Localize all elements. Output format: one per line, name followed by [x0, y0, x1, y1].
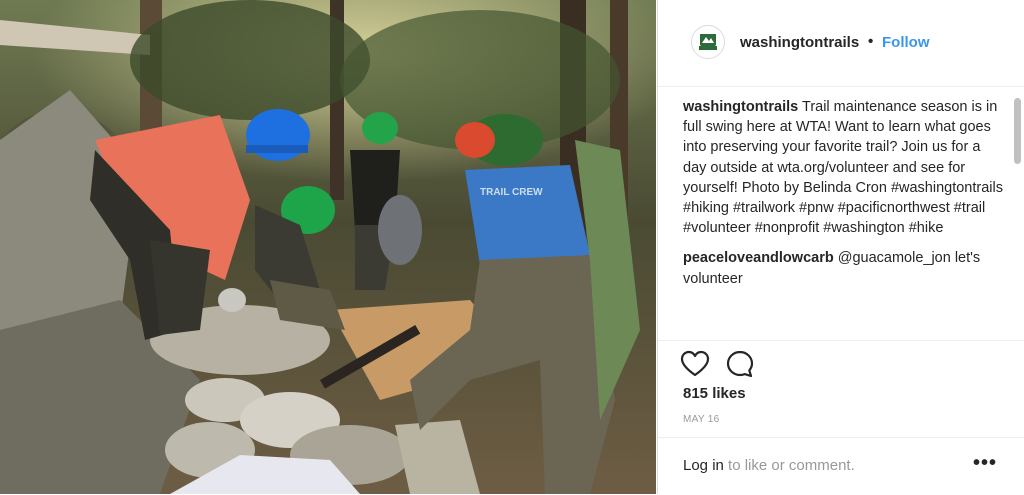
trail-crew-photo: TRAIL CREW: [0, 0, 656, 494]
more-options-icon[interactable]: •••: [973, 452, 997, 475]
post-sidebar: washingtontrails • Follow washingtontrai…: [657, 0, 1024, 494]
comments-list: washingtontrails Trail maintenance seaso…: [683, 97, 1005, 339]
caption: washingtontrails Trail maintenance seaso…: [683, 97, 1005, 238]
caption-text: Trail maintenance season is in full swin…: [683, 99, 1003, 237]
instagram-post: TRAIL CREW washingtontrails • Follow was…: [0, 0, 1024, 494]
likes-count[interactable]: 815 likes: [683, 385, 746, 402]
follow-button[interactable]: Follow: [882, 34, 930, 51]
caption-username[interactable]: washingtontrails: [683, 99, 798, 115]
separator-dot: •: [868, 33, 874, 50]
post-date[interactable]: MAY 16: [683, 414, 719, 425]
comment-item: peaceloveandlowcarb @guacamole_jon let's…: [683, 248, 1005, 288]
comment-bubble-icon[interactable]: [725, 349, 755, 379]
login-prompt: Log in to like or comment. •••: [658, 437, 1024, 495]
comment-username[interactable]: peaceloveandlowcarb: [683, 250, 834, 266]
scrollbar-thumb[interactable]: [1014, 98, 1021, 164]
avatar[interactable]: [691, 25, 725, 59]
login-text: Log in to like or comment.: [683, 457, 855, 474]
login-link[interactable]: Log in: [683, 457, 724, 474]
header-username[interactable]: washingtontrails: [740, 34, 859, 51]
post-header: washingtontrails • Follow: [658, 0, 1024, 87]
svg-text:TRAIL CREW: TRAIL CREW: [480, 187, 543, 198]
login-suffix: to like or comment.: [723, 457, 855, 474]
post-photo[interactable]: TRAIL CREW: [0, 0, 656, 494]
heart-icon[interactable]: [680, 349, 710, 379]
comments-scrollbar[interactable]: [1014, 90, 1023, 340]
